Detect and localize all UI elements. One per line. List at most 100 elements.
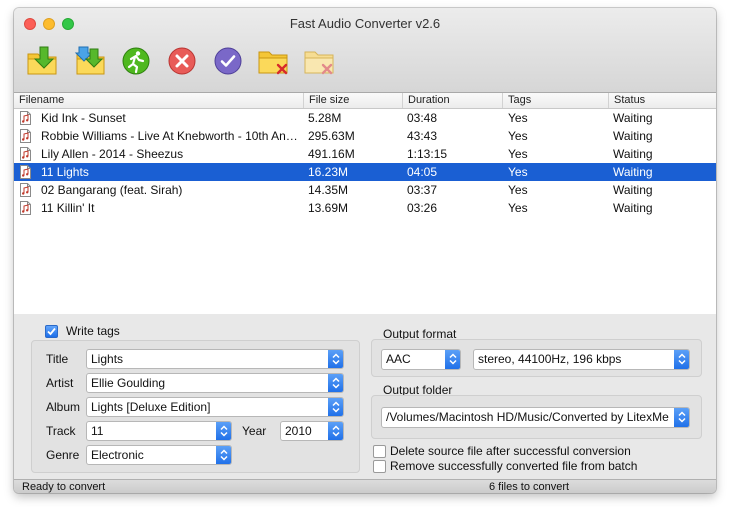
cell-size: 491.16M [308,147,355,161]
remove-converted-label: Remove successfully converted file from … [390,459,638,473]
format-select[interactable]: AAC [381,349,461,370]
track-dropdown-chevron-icon[interactable] [216,422,231,440]
year-field[interactable]: 2010 [280,421,344,441]
stop-x-icon [168,47,196,75]
artist-label: Artist [46,376,74,390]
genre-label: Genre [46,448,80,462]
audio-file-icon [20,129,31,143]
cell-filename: Robbie Williams - Live At Knebworth - 10… [41,129,298,143]
remove-converted-checkbox[interactable] [373,460,386,473]
genre-value: Electronic [91,448,144,462]
start-convert-button[interactable] [118,44,154,78]
running-man-icon [122,47,150,75]
table-row[interactable]: 11 Lights 16.23M 04:05 Yes Waiting [14,163,716,181]
cell-size: 295.63M [308,129,355,143]
settings-panel: Write tags Title Lights Artist Ellie Gou… [14,314,716,479]
cell-duration: 04:05 [407,165,438,179]
check-button[interactable] [210,44,246,78]
audio-file-icon [20,201,31,215]
audio-file-icon [20,183,31,197]
column-header-tags[interactable]: Tags [502,93,608,108]
year-dropdown-chevron-icon[interactable] [328,422,343,440]
cell-duration: 03:37 [407,183,438,197]
genre-dropdown-chevron-icon[interactable] [216,446,231,464]
artist-field[interactable]: Ellie Goulding [86,373,344,393]
format-value: AAC [386,352,411,366]
delete-source-label: Delete source file after successful conv… [390,444,631,458]
album-field[interactable]: Lights [Deluxe Edition] [86,397,344,417]
column-header-filename[interactable]: Filename [14,93,303,108]
write-tags-label: Write tags [66,324,120,338]
table-row[interactable]: 02 Bangarang (feat. Sirah) 14.35M 03:37 Yes… [14,181,716,199]
output-folder-value: /Volumes/Macintosh HD/Music/Converted by… [386,410,669,424]
cell-tags: Yes [508,111,528,125]
folder-add-icon [27,46,57,75]
quality-value: stereo, 44100Hz, 196 kbps [478,352,622,366]
audio-file-icon [20,165,31,179]
cell-filename: 11 Lights [41,165,89,179]
cell-status: Waiting [613,165,653,179]
table-row[interactable]: Lily Allen - 2014 - Sheezus 491.16M 1:13:1… [14,145,716,163]
status-left-text: Ready to convert [22,481,106,493]
cell-duration: 03:48 [407,111,438,125]
quality-select-chevron-icon[interactable] [674,350,689,369]
track-label: Track [46,424,76,438]
cell-size: 13.69M [308,201,349,215]
file-table[interactable]: Filename File size Duration Tags Status … [14,93,716,315]
cell-size: 16.23M [308,165,349,179]
table-header: Filename File size Duration Tags Status [14,93,716,109]
year-label: Year [242,424,267,438]
cell-filename: 11 Killin' It [41,201,95,215]
artist-value: Ellie Goulding [91,376,166,390]
clear-list-button[interactable] [302,44,338,78]
quality-select[interactable]: stereo, 44100Hz, 196 kbps [473,349,690,370]
title-label: Title [46,352,69,366]
album-dropdown-chevron-icon[interactable] [328,398,343,416]
audio-file-icon [20,147,31,161]
artist-dropdown-chevron-icon[interactable] [328,374,343,392]
format-select-chevron-icon[interactable] [445,350,460,369]
remove-file-button[interactable] [256,44,292,78]
output-folder-chevron-icon[interactable] [674,408,689,427]
cell-tags: Yes [508,147,528,161]
write-tags-checkbox[interactable] [45,325,58,338]
track-value: 11 [91,424,104,438]
cell-status: Waiting [613,183,653,197]
cell-tags: Yes [508,129,528,143]
column-header-status[interactable]: Status [608,93,716,108]
track-field[interactable]: 11 [86,421,232,441]
cell-tags: Yes [508,201,528,215]
album-label: Album [46,400,81,414]
title-dropdown-chevron-icon[interactable] [328,350,343,368]
album-value: Lights [Deluxe Edition] [91,400,211,414]
title-bar: Fast Audio Converter v2.6 [14,8,716,93]
stop-button[interactable] [164,44,200,78]
table-row[interactable]: Robbie Williams - Live At Knebworth - 10… [14,127,716,145]
window-title: Fast Audio Converter v2.6 [289,16,441,31]
status-bar: Ready to convert 6 files to convert [14,479,716,493]
column-header-file-size[interactable]: File size [303,93,402,108]
cell-status: Waiting [613,201,653,215]
checkmark-icon [47,327,56,336]
folder-clear-icon [304,51,334,75]
delete-source-checkbox[interactable] [373,445,386,458]
cell-duration: 03:26 [407,201,438,215]
cell-tags: Yes [508,165,528,179]
cell-filename: Lily Allen - 2014 - Sheezus [41,147,184,161]
cell-tags: Yes [508,183,528,197]
cell-size: 5.28M [308,111,342,125]
column-header-duration[interactable]: Duration [402,93,502,108]
add-folder-button[interactable] [72,44,108,78]
output-folder-select[interactable]: /Volumes/Macintosh HD/Music/Converted by… [381,407,690,428]
checkmark-icon [214,47,242,75]
add-files-button[interactable] [25,44,61,78]
cell-status: Waiting [613,111,653,125]
cell-duration: 1:13:15 [407,147,448,161]
table-row[interactable]: Kid Ink - Sunset 5.28M 03:48 Yes Waiting [14,109,716,127]
table-row[interactable]: 11 Killin' It 13.69M 03:26 Yes Waiting [14,199,716,217]
cell-status: Waiting [613,129,653,143]
folder-remove-icon [258,51,288,75]
genre-field[interactable]: Electronic [86,445,232,465]
title-field[interactable]: Lights [86,349,344,369]
status-file-count: 6 files to convert [489,481,570,493]
